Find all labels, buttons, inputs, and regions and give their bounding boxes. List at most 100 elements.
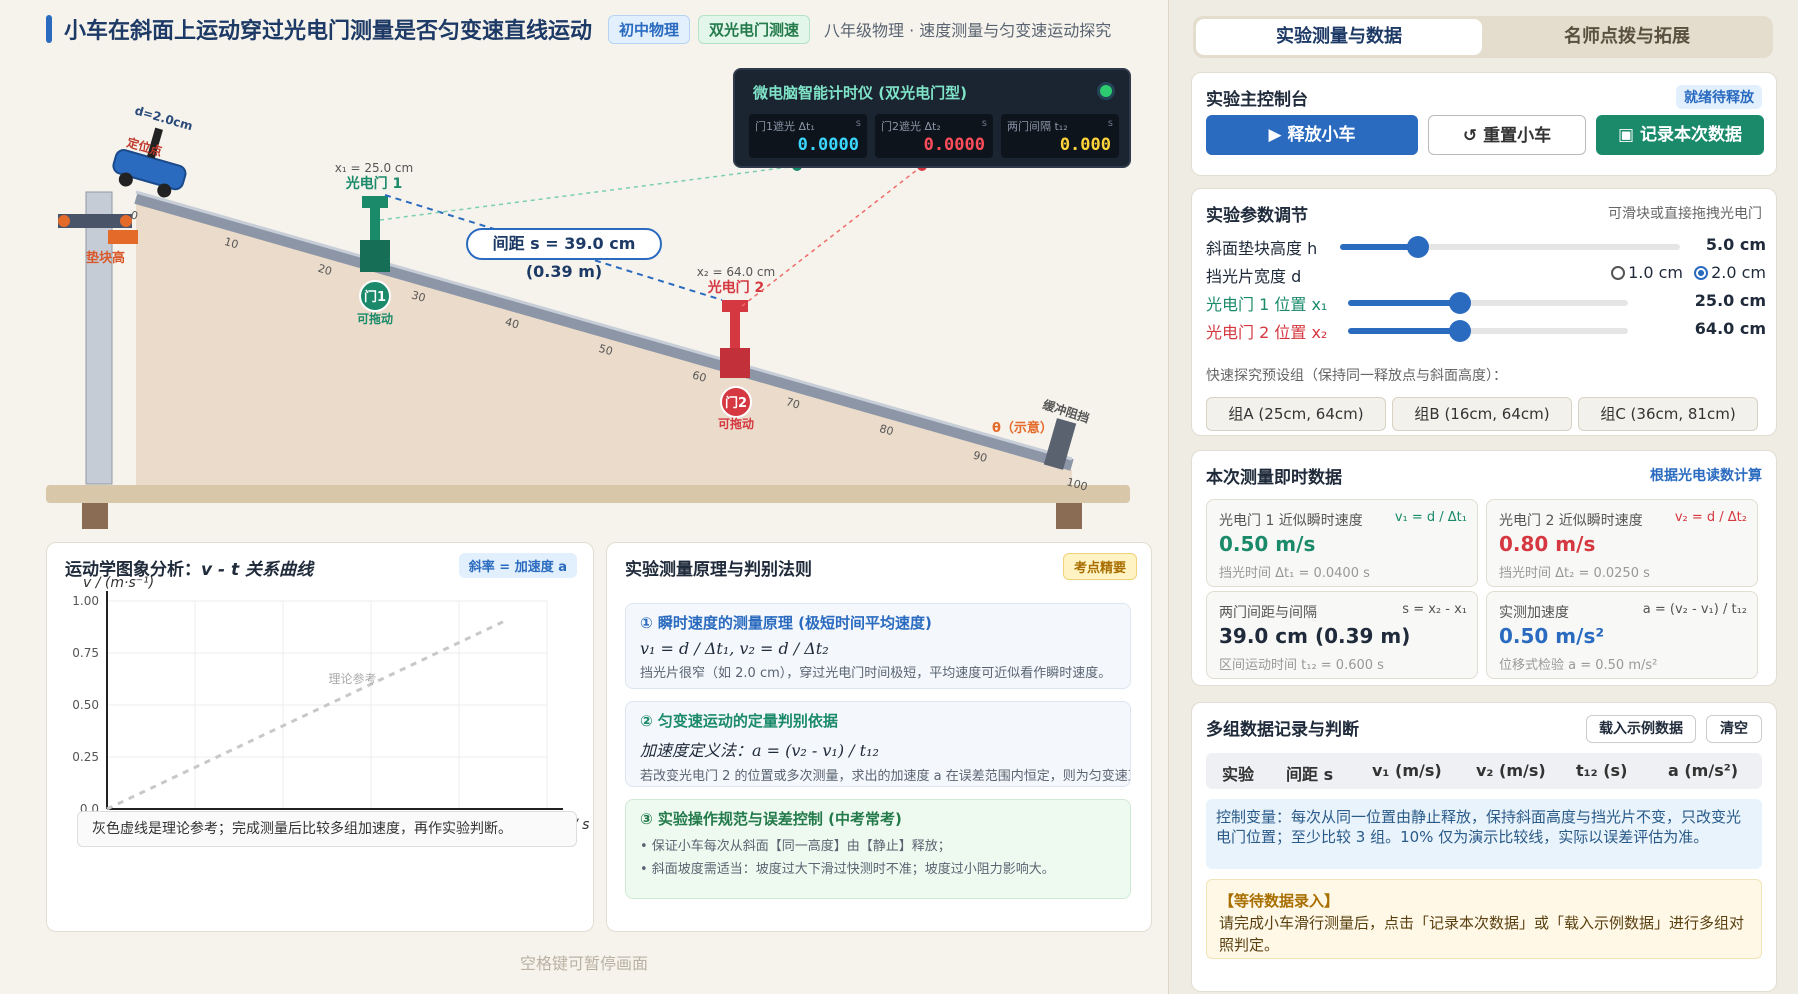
card-distance-sub: 区间运动时间 t₁₂ = 0.600 s — [1219, 658, 1384, 673]
col-t12: t₁₂ (s) — [1576, 761, 1628, 780]
live-title: 本次测量即时数据 — [1206, 468, 1342, 488]
height-slider[interactable] — [1340, 236, 1680, 258]
timer-cell-dt2: 门2遮光 Δt₂ s 0.0000 — [875, 114, 993, 158]
rule-2-formula: 加速度定义法：a = (v₂ - v₁) / t₁₂ — [640, 741, 879, 760]
card-distance: 两门间距与间隔 s = x₂ - x₁ 39.0 cm (0.39 m) 区间运… — [1206, 591, 1478, 679]
live-hint: 根据光电读数计算 — [1650, 468, 1762, 484]
timer-t12-label: 两门间隔 t₁₂ — [1007, 120, 1068, 133]
card-v2-sub: 挡光时间 Δt₂ = 0.0250 s — [1499, 566, 1650, 581]
timer-status-led — [1097, 82, 1115, 100]
gate1-knob[interactable] — [1449, 292, 1471, 314]
vt-chart: 00.40.81.21.62.00.00.250.500.751.00t / s… — [72, 575, 589, 833]
record-button[interactable]: ▣ 记录本次数据 — [1596, 115, 1764, 155]
tab-teacher-tips[interactable]: 名师点拨与拓展 — [1484, 19, 1770, 55]
rule-1-text: 挡光片很窄（如 2.0 cm），穿过光电门时间极短，平均速度可近似看作瞬时速度。 — [640, 666, 1112, 681]
reset-button[interactable]: ↺ 重置小车 — [1428, 115, 1586, 155]
card-v2-formula: v₂ = d / Δt₂ — [1674, 510, 1747, 525]
rule-3-item-1: • 保证小车每次从斜面【同一高度】由【静止】释放； — [640, 839, 951, 854]
timer-cell-t12: 两门间隔 t₁₂ s 0.000 — [1001, 114, 1119, 158]
gate1-head — [362, 196, 388, 208]
col-distance: 间距 s — [1286, 765, 1334, 784]
gate1-name: 光电门 1 — [345, 175, 403, 192]
card-v1: 光电门 1 近似瞬时速度 v₁ = d / Δt₁ 0.50 m/s 挡光时间 … — [1206, 499, 1478, 587]
live-data-panel: 本次测量即时数据 根据光电读数计算 光电门 1 近似瞬时速度 v₁ = d / … — [1191, 450, 1777, 686]
rule-2-heading: ② 匀变速运动的定量判别依据 — [640, 712, 838, 730]
theory-reference-line — [106, 620, 504, 811]
exam-tag: 考点精要 — [1062, 553, 1137, 580]
height-knob[interactable] — [1407, 236, 1430, 258]
rule-1: ① 瞬时速度的测量原理 (极短时间平均速度) v₁ = d / Δt₁, v₂ … — [625, 603, 1131, 689]
params-title: 实验参数调节 — [1206, 206, 1308, 226]
width-row: 挡光片宽度 d 1.0 cm 2.0 cm — [1206, 263, 1766, 287]
params-hint: 可滑块或直接拖拽光电门 — [1608, 206, 1762, 222]
gate2-name: 光电门 2 — [707, 279, 765, 296]
rule-3-heading: ③ 实验操作规范与误差控制 (中考常考) — [640, 810, 902, 828]
card-accel-value: 0.50 m/s² — [1499, 624, 1605, 648]
card-v1-value: 0.50 m/s — [1219, 532, 1316, 556]
release-button[interactable]: ▶ 释放小车 — [1206, 115, 1418, 155]
pad-block[interactable] — [108, 230, 138, 244]
card-accel: 实测加速度 a = (v₂ - v₁) / t₁₂ 0.50 m/s² 位移式检… — [1486, 591, 1758, 679]
y-axis-label: v / (m·s⁻¹) — [83, 575, 154, 591]
rule-3: ③ 实验操作规范与误差控制 (中考常考) • 保证小车每次从斜面【同一高度】由【… — [625, 799, 1131, 899]
rule-1-heading: ① 瞬时速度的测量原理 (极短时间平均速度) — [640, 614, 932, 632]
width-radio-1cm[interactable] — [1611, 266, 1626, 280]
base-leg-left — [82, 503, 108, 529]
gate2-base — [720, 348, 750, 378]
preset-c-button[interactable]: 组C (36cm, 81cm) — [1578, 397, 1758, 431]
height-value: 5.0 cm — [1705, 235, 1766, 254]
records-table-header: 实验 间距 s v₁ (m/s) v₂ (m/s) t₁₂ (s) a (m/s… — [1206, 753, 1762, 789]
gate2-drag-label: 可拖动 — [718, 416, 754, 431]
gate1-slider[interactable] — [1348, 292, 1628, 314]
preset-a-button[interactable]: 组A (25cm, 64cm) — [1206, 397, 1386, 431]
timer-cell-dt1: 门1遮光 Δt₁ s 0.0000 — [749, 114, 867, 158]
rule-3-item-2: • 斜面坡度需适当：坡度过大下滑过快测时不准；坡度过小阻力影响大。 — [640, 862, 1055, 877]
base-leg-right — [1056, 503, 1082, 529]
card-v2-value: 0.80 m/s — [1499, 532, 1596, 556]
rule-1-formula: v₁ = d / Δt₁, v₂ = d / Δt₂ — [640, 639, 829, 658]
card-v1-label: 光电门 1 近似瞬时速度 — [1219, 513, 1363, 529]
gate2-post — [730, 312, 740, 348]
status-badge: 就绪待释放 — [1676, 85, 1762, 109]
base-board — [46, 485, 1130, 503]
height-row: 斜面垫块高度 h 5.0 cm — [1206, 235, 1766, 259]
gate2-badge-text: 门2 — [725, 395, 747, 411]
photogate-2[interactable]: 门2 可拖动 — [718, 300, 754, 431]
chart-note: 灰色虚线是理论参考；完成测量后比较多组加速度，再作实验判断。 — [77, 811, 577, 847]
gate1-row: 光电门 1 位置 x₁ 25.0 cm — [1206, 291, 1766, 315]
side-panel: 实验测量与数据 名师点拨与拓展 实验主控制台 就绪待释放 ▶ 释放小车 ↺ 重置… — [1168, 0, 1798, 994]
gate2-pos: x₂ = 64.0 cm — [697, 265, 775, 279]
width-label: 挡光片宽度 d — [1206, 267, 1302, 286]
clear-button[interactable]: 清空 — [1706, 715, 1762, 743]
control-title: 实验主控制台 — [1206, 90, 1308, 110]
rules-title: 实验测量原理与判别法则 — [625, 560, 812, 580]
card-accel-label: 实测加速度 — [1499, 605, 1569, 621]
flag-width-label: d=2.0cm — [133, 103, 194, 133]
width-radio-2cm[interactable] — [1694, 266, 1709, 280]
car[interactable] — [109, 119, 196, 201]
tab-bar: 实验测量与数据 名师点拨与拓展 — [1193, 16, 1773, 58]
gate1-pos-value: 25.0 cm — [1694, 291, 1766, 310]
timer-t12-unit: s — [1107, 118, 1113, 129]
preset-b-button[interactable]: 组B (16cm, 64cm) — [1392, 397, 1572, 431]
y-tick-label: 0.25 — [72, 750, 99, 764]
tab-measurement[interactable]: 实验测量与数据 — [1196, 19, 1482, 55]
waiting-box: 【等待数据录入】 请完成小车滑行测量后，点击「记录本次数据」或「载入示例数据」进… — [1206, 879, 1762, 959]
gate2-cable — [741, 165, 923, 307]
timer-dt1-unit: s — [855, 118, 861, 129]
col-v1: v₁ (m/s) — [1372, 761, 1442, 780]
distance-label: 间距 s = 39.0 cm (0.39 m) — [466, 228, 662, 281]
card-v1-formula: v₁ = d / Δt₁ — [1394, 510, 1467, 525]
gate2-knob[interactable] — [1449, 320, 1471, 342]
card-v1-sub: 挡光时间 Δt₁ = 0.0400 s — [1219, 566, 1370, 581]
load-example-button[interactable]: 载入示例数据 — [1586, 715, 1696, 743]
control-variable-note: 控制变量：每次从同一位置由静止释放，保持斜面高度与挡光片不变，只改变光电门位置；… — [1206, 799, 1762, 869]
gate1-post — [370, 208, 380, 240]
width-options: 1.0 cm 2.0 cm — [1611, 263, 1766, 282]
experiment-area: 小车在斜面上运动穿过光电门测量是否匀变速直线运动 初中物理 双光电门测速 八年级… — [0, 0, 1168, 994]
y-tick-label: 0.50 — [72, 698, 99, 712]
gate2-slider[interactable] — [1348, 320, 1628, 342]
timer-dt2-unit: s — [981, 118, 987, 129]
gate1-pos: x₁ = 25.0 cm — [335, 161, 413, 175]
gate1-drag-label: 可拖动 — [357, 311, 393, 326]
